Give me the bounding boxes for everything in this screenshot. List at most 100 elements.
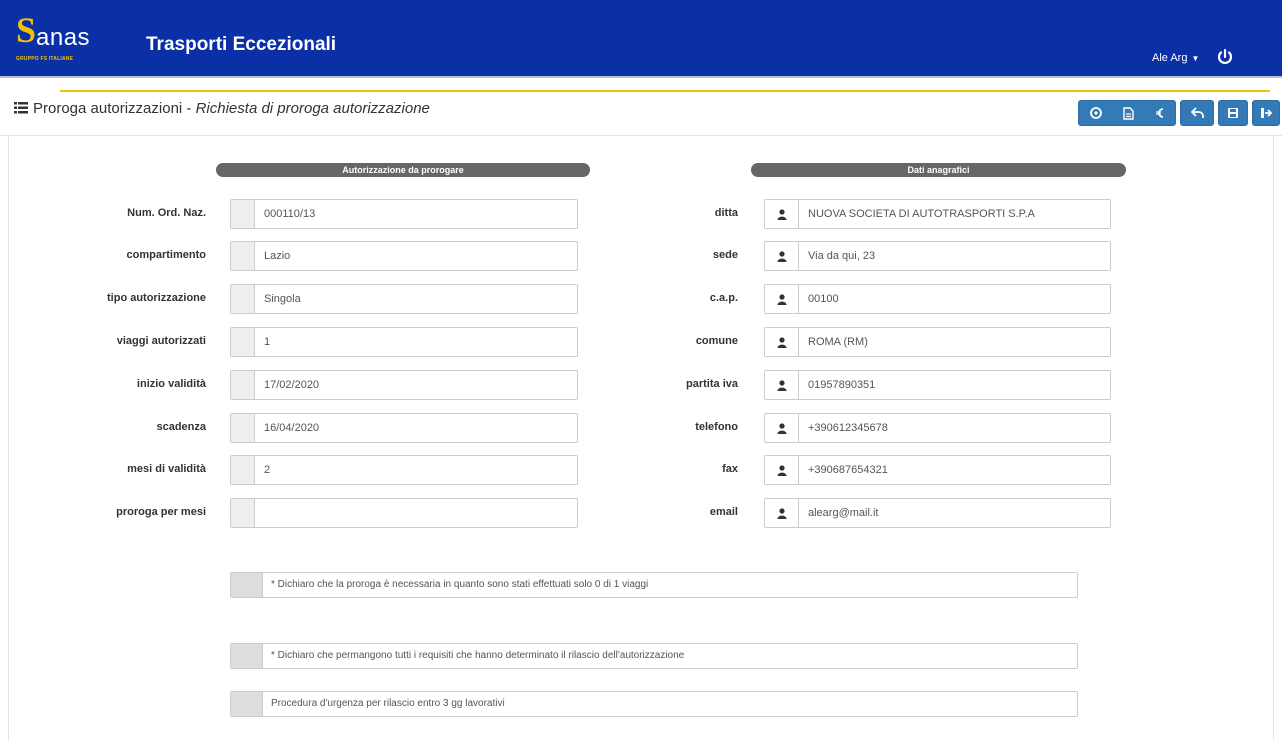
user-name: Ale Arg [1152,52,1188,64]
input-group [764,455,1111,485]
save-icon [1227,107,1239,119]
registry-field-input[interactable] [799,414,1110,442]
input-addon [231,414,255,442]
field-label: ditta [714,207,738,219]
field-label: inizio validità [136,378,206,390]
field-label: mesi di validità [127,463,206,475]
input-group [230,284,578,314]
authorization-field-input[interactable] [255,285,577,313]
user-icon [765,371,799,399]
logo-s-mark: S [16,10,37,50]
section-title-authorization: Autorizzazione da prorogare [216,163,590,177]
input-addon [231,328,255,356]
input-addon [231,499,255,527]
input-group [230,498,578,528]
input-group [764,284,1111,314]
registry-field-input[interactable] [799,328,1110,356]
field-label: compartimento [126,249,206,261]
input-group [764,327,1111,357]
field-label: Num. Ord. Naz. [127,207,206,219]
field-label: email [709,506,738,518]
user-icon [765,200,799,228]
input-addon [231,456,255,484]
field-label: sede [712,249,738,261]
page-title: Proroga autorizzazioni - Richiesta di pr… [14,100,430,117]
field-label: scadenza [156,421,206,433]
authorization-field-input[interactable] [255,414,577,442]
input-group [230,241,578,271]
field-label: viaggi autorizzati [116,335,206,347]
user-icon [765,414,799,442]
section-title-registry: Dati anagrafici [751,163,1126,177]
input-group [230,370,578,400]
save-button[interactable] [1218,100,1248,126]
euro-icon[interactable] [1155,107,1165,119]
user-icon [765,328,799,356]
sign-out-icon [1260,107,1272,119]
user-icon [765,456,799,484]
list-icon [14,101,28,114]
user-icon [765,242,799,270]
user-icon [765,499,799,527]
header-divider [0,76,1282,78]
app-title: Trasporti Eccezionali [146,34,337,55]
urgency-text: Procedura d'urgenza per rilascio entro 3… [271,698,505,709]
input-group [764,413,1111,443]
user-menu[interactable]: Ale Arg ▼ [1152,52,1199,64]
authorization-field-input[interactable] [255,371,577,399]
registry-field-input[interactable] [799,456,1110,484]
authorization-field-input[interactable] [255,200,577,228]
field-label: fax [722,463,738,475]
field-label: c.a.p. [709,292,738,304]
input-addon [231,285,255,313]
input-addon [231,200,255,228]
authorization-field-input[interactable] [255,242,577,270]
logo-word: anas [36,24,91,51]
page-title-main: Proroga autorizzazioni [33,100,183,117]
exit-button[interactable] [1252,100,1280,126]
caret-down-icon: ▼ [1191,54,1200,63]
page-title-separator: - [182,100,196,117]
input-group [764,199,1111,229]
urgency-checkbox[interactable] [231,692,263,716]
declaration-row: Procedura d'urgenza per rilascio entro 3… [230,691,1078,717]
input-group [764,370,1111,400]
authorization-field-input[interactable] [255,456,577,484]
document-icon[interactable] [1122,106,1134,120]
input-group [230,413,578,443]
undo-button[interactable] [1180,100,1214,126]
registry-field-input[interactable] [799,242,1110,270]
declaration-row: * Dichiaro che la proroga è necessaria i… [230,572,1078,598]
input-addon [231,242,255,270]
user-icon [765,285,799,313]
declaration-checkbox[interactable] [231,644,263,668]
authorization-field-input[interactable] [255,328,577,356]
field-label: tipo autorizzazione [107,292,206,304]
field-label: proroga per mesi [116,506,206,518]
input-group [764,241,1111,271]
power-icon[interactable] [1214,46,1236,68]
registry-field-input[interactable] [799,285,1110,313]
toolbar-button-group [1078,100,1176,126]
title-accent-line [60,90,1270,92]
undo-icon [1190,107,1204,119]
input-addon [231,371,255,399]
declaration-row: * Dichiaro che permangono tutti i requis… [230,643,1078,669]
field-label: comune [695,335,738,347]
declaration-checkbox[interactable] [231,573,263,597]
input-group [764,498,1111,528]
input-group [230,455,578,485]
field-label: telefono [695,421,738,433]
logo-subtitle: GRUPPO FS ITALIANE [16,56,74,62]
anas-logo: S anas GRUPPO FS ITALIANE [14,10,114,66]
input-group [230,327,578,357]
input-group [230,199,578,229]
registry-field-input[interactable] [799,200,1110,228]
field-label: partita iva [686,378,738,390]
authorization-field-input[interactable] [255,499,577,527]
registry-field-input[interactable] [799,499,1110,527]
page-title-sub: Richiesta di proroga autorizzazione [195,100,430,117]
registry-field-input[interactable] [799,371,1110,399]
info-icon[interactable] [1089,107,1102,119]
declaration-text: * Dichiaro che permangono tutti i requis… [271,650,685,661]
